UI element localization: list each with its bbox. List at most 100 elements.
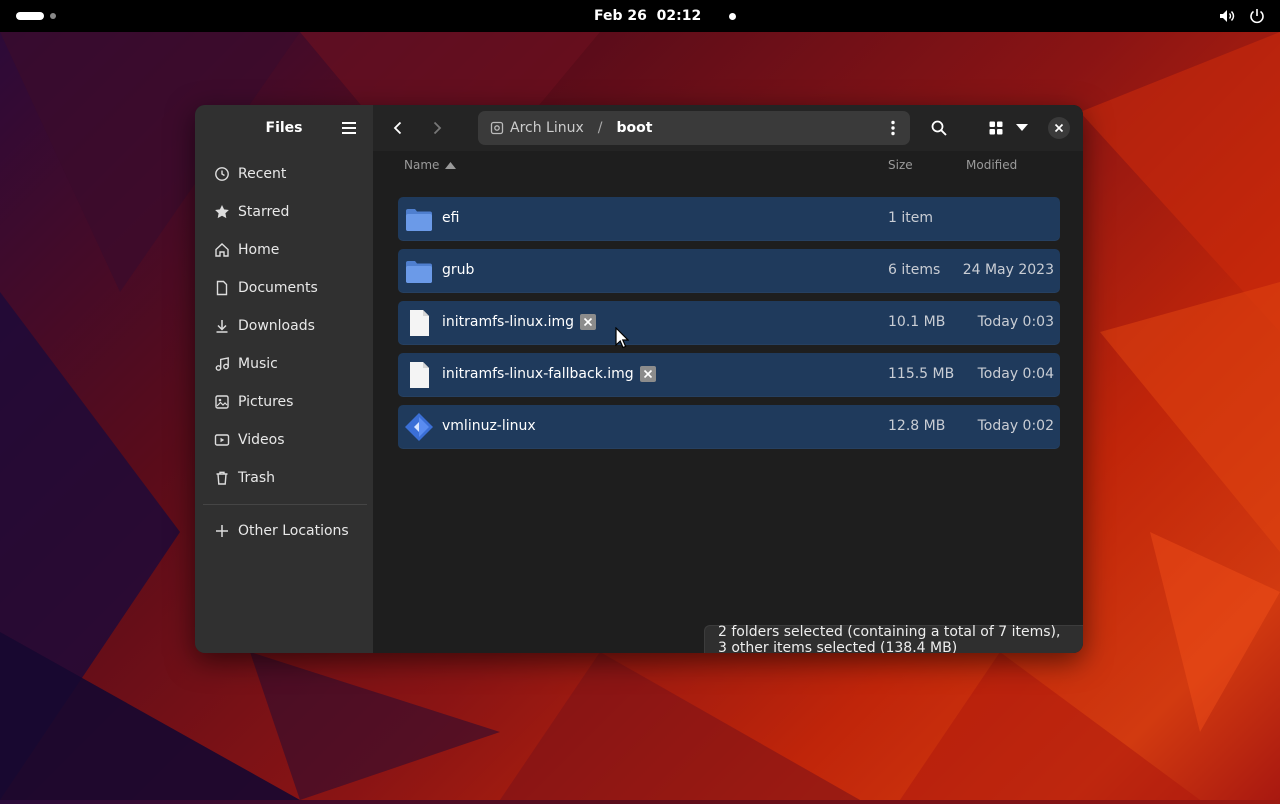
trash-icon bbox=[216, 471, 228, 485]
column-header-name[interactable]: Name bbox=[404, 158, 457, 172]
sort-ascending-icon bbox=[445, 161, 457, 169]
system-tray[interactable] bbox=[1218, 7, 1280, 25]
sidebar-item-label: Other Locations bbox=[238, 523, 349, 539]
clock-icon bbox=[215, 167, 229, 181]
file-size: 115.5 MB bbox=[888, 366, 955, 382]
breadcrumb-root-label: Arch Linux bbox=[510, 120, 584, 136]
view-options-button[interactable] bbox=[1009, 115, 1035, 141]
file-name: vmlinuz-linux bbox=[442, 418, 536, 434]
app-title: Files bbox=[265, 120, 303, 136]
folder-icon bbox=[406, 209, 432, 231]
breadcrumb-root[interactable]: Arch Linux bbox=[478, 120, 584, 136]
sidebar-item-documents[interactable]: Documents bbox=[195, 269, 373, 307]
sidebar-item-music[interactable]: Music bbox=[195, 345, 373, 383]
activities-button[interactable] bbox=[0, 12, 56, 20]
file-row-initramfs[interactable]: initramfs-linux.img 10.1 MB Today 0:03 bbox=[398, 301, 1060, 345]
unreadable-emblem-icon bbox=[580, 314, 597, 330]
close-window-button[interactable] bbox=[1048, 117, 1070, 139]
sidebar-item-trash[interactable]: Trash bbox=[195, 459, 373, 497]
home-icon bbox=[215, 243, 229, 257]
volume-icon[interactable] bbox=[1218, 7, 1236, 25]
chevron-right-icon bbox=[433, 121, 442, 135]
file-icon bbox=[410, 310, 429, 336]
notification-dot-icon bbox=[729, 12, 737, 20]
file-modified: Today 0:04 bbox=[977, 366, 1054, 382]
file-name-wrap: initramfs-linux.img bbox=[442, 314, 597, 330]
clock[interactable]: Feb 26 02:12 bbox=[594, 0, 737, 32]
sidebar-item-pictures[interactable]: Pictures bbox=[195, 383, 373, 421]
file-modified: 24 May 2023 bbox=[962, 262, 1054, 278]
music-icon bbox=[215, 357, 229, 371]
file-modified: Today 0:02 bbox=[977, 418, 1054, 434]
file-name: grub bbox=[442, 262, 475, 278]
plus-icon bbox=[216, 525, 228, 537]
picture-icon bbox=[215, 395, 229, 409]
kebab-menu-icon bbox=[891, 120, 895, 136]
file-row-vmlinuz[interactable]: vmlinuz-linux 12.8 MB Today 0:02 bbox=[398, 405, 1060, 449]
sidebar-item-starred[interactable]: Starred bbox=[195, 193, 373, 231]
file-size: 1 item bbox=[888, 210, 933, 226]
file-size: 10.1 MB bbox=[888, 314, 946, 330]
sidebar-item-downloads[interactable]: Downloads bbox=[195, 307, 373, 345]
unreadable-emblem-icon bbox=[639, 366, 656, 382]
file-icon bbox=[410, 362, 429, 388]
executable-icon bbox=[405, 413, 433, 441]
path-bar[interactable]: Arch Linux / boot bbox=[478, 111, 910, 145]
video-icon bbox=[214, 434, 230, 446]
breadcrumb-current[interactable]: boot bbox=[617, 120, 653, 136]
file-modified: Today 0:03 bbox=[977, 314, 1054, 330]
breadcrumb-separator: / bbox=[597, 120, 603, 136]
file-row-grub[interactable]: grub 6 items 24 May 2023 bbox=[398, 249, 1060, 293]
download-icon bbox=[216, 320, 228, 333]
workspace-indicator-active bbox=[16, 12, 44, 20]
selection-status-bar: 2 folders selected (containing a total o… bbox=[704, 624, 1083, 653]
forward-button[interactable] bbox=[424, 115, 450, 141]
sidebar-divider bbox=[203, 504, 367, 505]
file-name: initramfs-linux-fallback.img bbox=[442, 366, 634, 382]
sidebar-item-label: Music bbox=[238, 356, 278, 372]
chevron-down-icon bbox=[1016, 124, 1028, 131]
sidebar-nav: Recent Starred Home Documents Downloads … bbox=[195, 151, 373, 497]
top-bar: Feb 26 02:12 bbox=[0, 0, 1280, 32]
column-header-size[interactable]: Size bbox=[888, 158, 913, 172]
sidebar-header: Files bbox=[195, 105, 373, 151]
mouse-cursor-icon bbox=[615, 327, 629, 349]
main-menu-button[interactable] bbox=[337, 117, 361, 139]
sidebar: Files Recent Starred Home Documents Down… bbox=[195, 105, 373, 653]
sidebar-item-videos[interactable]: Videos bbox=[195, 421, 373, 459]
folder-icon bbox=[406, 261, 432, 283]
sidebar-item-recent[interactable]: Recent bbox=[195, 155, 373, 193]
sidebar-item-other-locations[interactable]: Other Locations bbox=[195, 512, 373, 550]
sidebar-item-label: Pictures bbox=[238, 394, 294, 410]
column-header-label: Name bbox=[404, 158, 440, 172]
sidebar-item-home[interactable]: Home bbox=[195, 231, 373, 269]
main-pane: Arch Linux / boot Name Size Modified efi… bbox=[373, 105, 1083, 653]
header-bar: Arch Linux / boot bbox=[373, 105, 1083, 151]
close-icon bbox=[1054, 123, 1064, 133]
file-row-efi[interactable]: efi 1 item bbox=[398, 197, 1060, 241]
column-header-modified[interactable]: Modified bbox=[966, 158, 1017, 172]
workspace-indicator bbox=[50, 13, 56, 19]
search-button[interactable] bbox=[926, 115, 952, 141]
sidebar-item-label: Documents bbox=[238, 280, 318, 296]
sidebar-item-label: Recent bbox=[238, 166, 287, 182]
file-row-initramfs-fallback[interactable]: initramfs-linux-fallback.img 115.5 MB To… bbox=[398, 353, 1060, 397]
file-name: efi bbox=[442, 210, 460, 226]
back-button[interactable] bbox=[385, 115, 411, 141]
path-menu-button[interactable] bbox=[882, 115, 904, 141]
star-icon bbox=[215, 205, 229, 219]
clock-text: Feb 26 02:12 bbox=[594, 8, 702, 24]
power-icon[interactable] bbox=[1248, 7, 1266, 25]
document-icon bbox=[216, 280, 228, 296]
file-size: 6 items bbox=[888, 262, 941, 278]
file-list: efi 1 item grub 6 items 24 May 2023 init… bbox=[398, 197, 1060, 457]
file-name-wrap: initramfs-linux-fallback.img bbox=[442, 366, 656, 382]
file-name: initramfs-linux.img bbox=[442, 314, 575, 330]
sidebar-item-label: Trash bbox=[238, 470, 275, 486]
hamburger-icon bbox=[342, 122, 356, 134]
sidebar-item-label: Downloads bbox=[238, 318, 315, 334]
file-size: 12.8 MB bbox=[888, 418, 946, 434]
grid-view-button[interactable] bbox=[983, 115, 1009, 141]
files-window: Files Recent Starred Home Documents Down… bbox=[195, 105, 1083, 653]
grid-icon bbox=[989, 121, 1003, 135]
